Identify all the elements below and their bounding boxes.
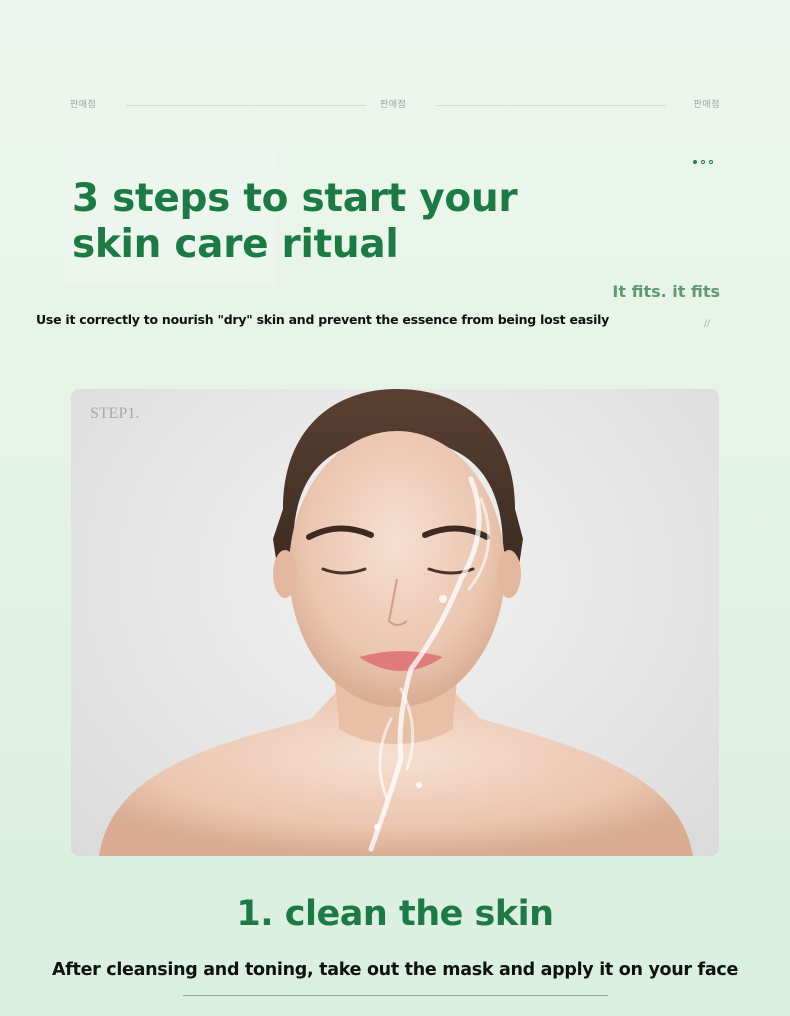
woman-splashing-water-on-face-photo bbox=[99, 389, 693, 856]
slash-decoration: // bbox=[704, 319, 711, 329]
water-droplet bbox=[439, 595, 447, 603]
page-title: 3 steps to start your skin care ritual bbox=[72, 176, 552, 268]
rule-line-right bbox=[436, 105, 666, 106]
bottom-divider bbox=[183, 995, 608, 996]
top-decorative-rule: 판매점 판매점 판매점 bbox=[70, 97, 720, 113]
step-photo: STEP1. bbox=[71, 389, 719, 856]
step-number-label: STEP1. bbox=[90, 405, 140, 422]
page-title-line-2: skin care ritual bbox=[72, 222, 399, 267]
left-ear-shape bbox=[273, 550, 297, 598]
right-ear-shape bbox=[497, 550, 521, 598]
step-title: 1. clean the skin bbox=[236, 894, 554, 934]
header-tag-left: 판매점 bbox=[70, 100, 97, 110]
header-tag-center: 판매점 bbox=[380, 100, 407, 110]
pagination-dots bbox=[693, 160, 713, 164]
header-tag-right: 판매점 bbox=[693, 100, 720, 110]
step-description: After cleansing and toning, take out the… bbox=[51, 960, 739, 980]
tagline: It fits. it fits bbox=[612, 282, 720, 301]
pagination-dot-active bbox=[693, 160, 697, 164]
page-subtitle: Use it correctly to nourish "dry" skin a… bbox=[36, 312, 610, 327]
pagination-dot bbox=[701, 160, 705, 164]
pagination-dot bbox=[709, 160, 713, 164]
water-droplet bbox=[416, 782, 422, 788]
water-droplet bbox=[374, 824, 380, 830]
rule-line-left bbox=[126, 105, 366, 106]
page-title-line-1: 3 steps to start your bbox=[72, 176, 518, 221]
